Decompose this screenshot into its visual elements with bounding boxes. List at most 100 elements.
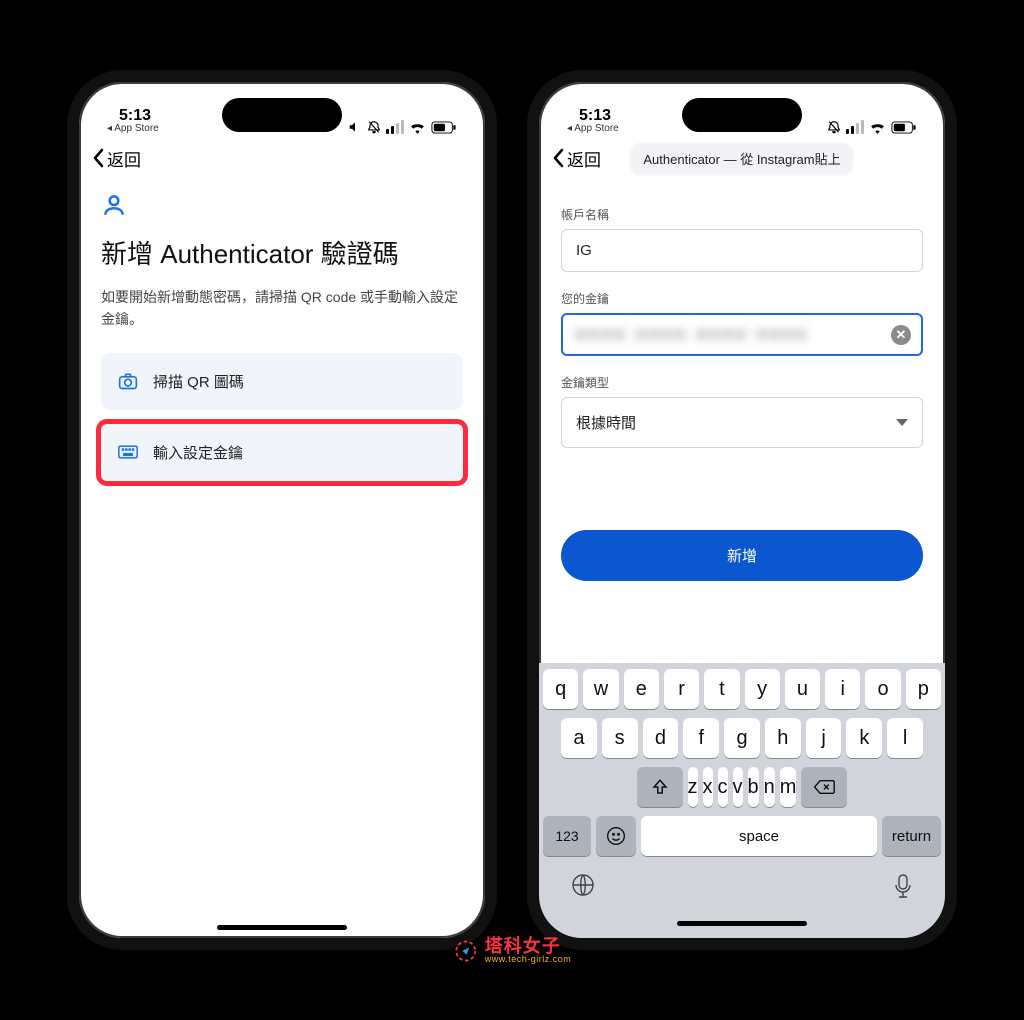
key-n[interactable]: n [764,767,775,807]
label-secret-key: 您的金鑰 [561,290,923,307]
emoji-icon [606,826,626,846]
keyboard-row-3: zxcvbnm [543,767,941,807]
profile-icon [101,192,463,223]
home-indicator[interactable] [217,925,347,930]
watermark-brand: 塔科女子 [485,937,572,955]
status-breadcrumb[interactable]: ◂ App Store [107,124,159,134]
volume-button [67,242,69,277]
key-b[interactable]: b [748,767,759,807]
backspace-key[interactable] [801,767,847,807]
backspace-icon [813,779,835,795]
chevron-down-icon [896,419,908,426]
watermark-url: www.tech-girlz.com [485,955,572,964]
key-t[interactable]: t [704,669,739,709]
volume-button [67,377,69,442]
shift-key[interactable] [637,767,683,807]
power-button [495,317,497,412]
volume-button [527,242,529,277]
key-i[interactable]: i [825,669,860,709]
status-time: 5:13 [567,108,619,124]
wifi-icon [409,121,426,134]
phone-right: 5:13 ◂ App Store 返回 Authenticator — 從 In… [527,70,957,950]
key-j[interactable]: j [806,718,842,758]
globe-icon [571,873,595,897]
key-l[interactable]: l [887,718,923,758]
status-time: 5:13 [107,108,159,124]
watermark: 塔科女子 www.tech-girlz.com [453,937,572,964]
input-secret-key[interactable]: ■■■■ ■■■■ ■■■■ ■■■■ ✕ [561,313,923,356]
wifi-icon [869,121,886,134]
keyboard-bottom-bar [543,865,941,906]
dynamic-island [682,98,802,132]
chevron-left-icon [91,148,105,168]
watermark-logo-icon [453,938,479,964]
key-p[interactable]: p [906,669,941,709]
back-label: 返回 [107,146,141,171]
key-z[interactable]: z [688,767,698,807]
key-g[interactable]: g [724,718,760,758]
numbers-key[interactable]: 123 [543,816,591,856]
dynamic-island [222,98,342,132]
silent-icon [367,120,381,134]
chevron-left-icon [551,148,565,168]
key-f[interactable]: f [683,718,719,758]
key-k[interactable]: k [846,718,882,758]
ios-keyboard: qwertyuiop asdfghjkl zxcvbnm 123 space r… [539,663,945,938]
key-r[interactable]: r [664,669,699,709]
label-key-type: 金鑰類型 [561,374,923,391]
keyboard-row-1: qwertyuiop [543,669,941,709]
key-a[interactable]: a [561,718,597,758]
keyboard-icon [117,445,139,459]
key-y[interactable]: y [745,669,780,709]
back-button[interactable]: 返回 [551,146,601,171]
add-button[interactable]: 新增 [561,530,923,581]
phone-left: 5:13 ◂ App Store 返回 新增 [67,70,497,950]
battery-icon [891,121,917,134]
dictation-key[interactable] [893,873,913,904]
option-key-label: 輸入設定金鑰 [153,442,243,463]
form-content: 帳戶名稱 IG 您的金鑰 ■■■■ ■■■■ ■■■■ ■■■■ ✕ 金鑰類型 … [539,180,945,663]
key-w[interactable]: w [583,669,618,709]
volume-button [527,297,529,362]
secret-key-value: ■■■■ ■■■■ ■■■■ ■■■■ [576,326,809,343]
option-scan-qr[interactable]: 掃描 QR 圖碼 [101,353,463,410]
clear-input-icon[interactable]: ✕ [891,325,911,345]
power-button [955,317,957,412]
back-button[interactable]: 返回 [91,146,141,171]
battery-icon [431,121,457,134]
option-scan-label: 掃描 QR 圖碼 [153,371,244,392]
back-label: 返回 [567,146,601,171]
key-h[interactable]: h [765,718,801,758]
key-o[interactable]: o [865,669,900,709]
key-x[interactable]: x [703,767,713,807]
input-account-name[interactable]: IG [561,229,923,272]
key-s[interactable]: s [602,718,638,758]
label-account-name: 帳戶名稱 [561,206,923,223]
home-indicator[interactable] [677,921,807,926]
silent-icon [827,120,841,134]
key-v[interactable]: v [733,767,743,807]
page-title: 新增 Authenticator 驗證碼 [101,237,463,272]
key-m[interactable]: m [780,767,797,807]
mic-icon [893,873,913,899]
volume-button [527,377,529,442]
select-key-type[interactable]: 根據時間 [561,397,923,448]
keyboard-row-4: 123 space return [543,816,941,856]
page-description: 如要開始新增動態密碼，請掃描 QR code 或手動輸入設定金鑰。 [101,286,463,331]
shift-icon [651,778,669,796]
globe-key[interactable] [571,873,595,904]
status-breadcrumb[interactable]: ◂ App Store [567,124,619,134]
nav-bar: 返回 Authenticator — 從 Instagram貼上 [539,136,945,180]
keyboard-row-2: asdfghjkl [543,718,941,758]
key-d[interactable]: d [643,718,679,758]
key-e[interactable]: e [624,669,659,709]
option-enter-key[interactable]: 輸入設定金鑰 [101,424,463,481]
key-q[interactable]: q [543,669,578,709]
camera-icon [117,372,139,390]
emoji-key[interactable] [596,816,636,856]
space-key[interactable]: space [641,816,877,856]
key-u[interactable]: u [785,669,820,709]
key-c[interactable]: c [718,767,728,807]
paste-banner: Authenticator — 從 Instagram貼上 [631,143,852,174]
return-key[interactable]: return [882,816,941,856]
